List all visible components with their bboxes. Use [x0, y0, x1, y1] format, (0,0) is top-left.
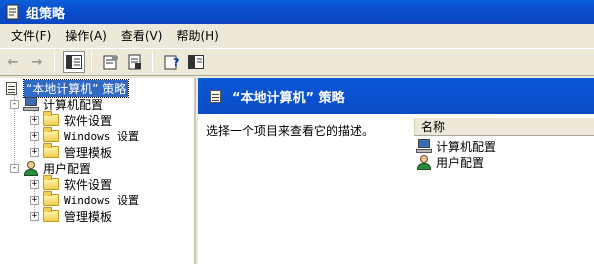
tree-item-user-config[interactable]: - 用户配置 — [10, 160, 91, 176]
tree-item-user-admin-templates[interactable]: + 管理模板 — [30, 207, 113, 224]
tree-item-label: 软件设置 — [64, 177, 113, 192]
expand-icon[interactable]: + — [30, 115, 39, 125]
tree-item-computer-admin-templates[interactable]: + 管理模板 — [30, 143, 113, 160]
folder-icon — [43, 191, 59, 206]
tree-item-local-computer-policy[interactable]: “本地计算机” 策略 — [4, 78, 130, 98]
computer-icon — [23, 97, 39, 111]
toolbar-separator — [152, 52, 153, 72]
window-title: 组策略 — [26, 6, 66, 22]
properties-icon[interactable] — [100, 51, 122, 73]
column-header-label: 名称 — [421, 120, 446, 134]
tree-item-label: “本地计算机” 策略 — [22, 78, 130, 98]
toolbar-separator — [91, 52, 92, 72]
computer-icon — [416, 139, 432, 153]
toolbar-separator — [54, 52, 55, 72]
column-header-name[interactable]: 名称 — [414, 118, 594, 136]
tree-item-computer-windows-settings[interactable]: + Windows 设置 — [30, 127, 139, 144]
show-hide-action-pane-icon[interactable] — [185, 51, 207, 73]
list-item-user-config[interactable]: 用户配置 — [416, 154, 484, 170]
user-icon — [23, 160, 39, 176]
expand-icon[interactable]: + — [30, 131, 39, 141]
policy-scroll-icon — [4, 81, 20, 96]
toolbar: ← → ? — [0, 48, 594, 76]
menu-help[interactable]: 帮助(H) — [169, 25, 225, 47]
list-item-label: 用户配置 — [436, 155, 485, 170]
tree-item-computer-software-settings[interactable]: + 软件设置 — [30, 111, 113, 128]
tree-item-user-windows-settings[interactable]: + Windows 设置 — [30, 191, 139, 208]
menu-bar: 文件(F) 操作(A) 查看(V) 帮助(H) — [0, 24, 594, 48]
folder-icon — [43, 207, 59, 222]
tree-item-user-software-settings[interactable]: + 软件设置 — [30, 175, 113, 192]
expand-icon[interactable]: + — [30, 147, 39, 157]
expand-icon[interactable]: + — [30, 179, 39, 189]
svg-text:?: ? — [173, 56, 179, 69]
group-policy-icon — [5, 4, 21, 20]
tree-item-computer-config[interactable]: - 计算机配置 — [10, 96, 103, 112]
collapse-icon[interactable]: - — [10, 163, 19, 173]
description-text: 选择一个项目来查看它的描述。 — [206, 124, 375, 138]
tree-item-label: Windows 设置 — [64, 194, 139, 207]
tree-item-label: 用户配置 — [43, 161, 92, 176]
tree-pane[interactable]: “本地计算机” 策略 - 计算机配置 + 软件设置 + Windows 设置 +… — [0, 78, 196, 264]
details-pane[interactable]: “本地计算机” 策略 选择一个项目来查看它的描述。 名称 计算机配置 用户配置 — [198, 78, 594, 264]
details-header: “本地计算机” 策略 — [198, 78, 594, 114]
tree-item-label: 管理模板 — [64, 145, 113, 160]
title-bar[interactable]: 组策略 — [0, 0, 594, 24]
menu-view[interactable]: 查看(V) — [114, 25, 170, 47]
tree-item-label: 软件设置 — [64, 113, 113, 128]
menu-action[interactable]: 操作(A) — [58, 25, 114, 47]
folder-icon — [43, 143, 59, 158]
list-item-label: 计算机配置 — [436, 139, 497, 154]
collapse-icon[interactable]: - — [10, 99, 19, 109]
back-arrow-icon[interactable]: ← — [2, 51, 24, 73]
expand-icon[interactable]: + — [30, 211, 39, 221]
details-header-title: “本地计算机” 策略 — [232, 90, 345, 106]
tree-item-label: 管理模板 — [64, 209, 113, 224]
user-icon — [416, 154, 432, 170]
folder-icon — [43, 111, 59, 126]
export-list-icon[interactable] — [124, 51, 146, 73]
policy-scroll-icon — [208, 89, 224, 104]
menu-file[interactable]: 文件(F) — [4, 25, 58, 47]
show-hide-tree-icon[interactable] — [63, 51, 85, 73]
help-icon[interactable]: ? — [161, 51, 183, 73]
folder-icon — [43, 175, 59, 190]
expand-icon[interactable]: + — [30, 195, 39, 205]
tree-item-label: 计算机配置 — [43, 97, 104, 112]
list-item-computer-config[interactable]: 计算机配置 — [416, 138, 496, 154]
tree-item-label: Windows 设置 — [64, 130, 139, 143]
folder-icon — [43, 127, 59, 142]
forward-arrow-icon[interactable]: → — [26, 51, 48, 73]
